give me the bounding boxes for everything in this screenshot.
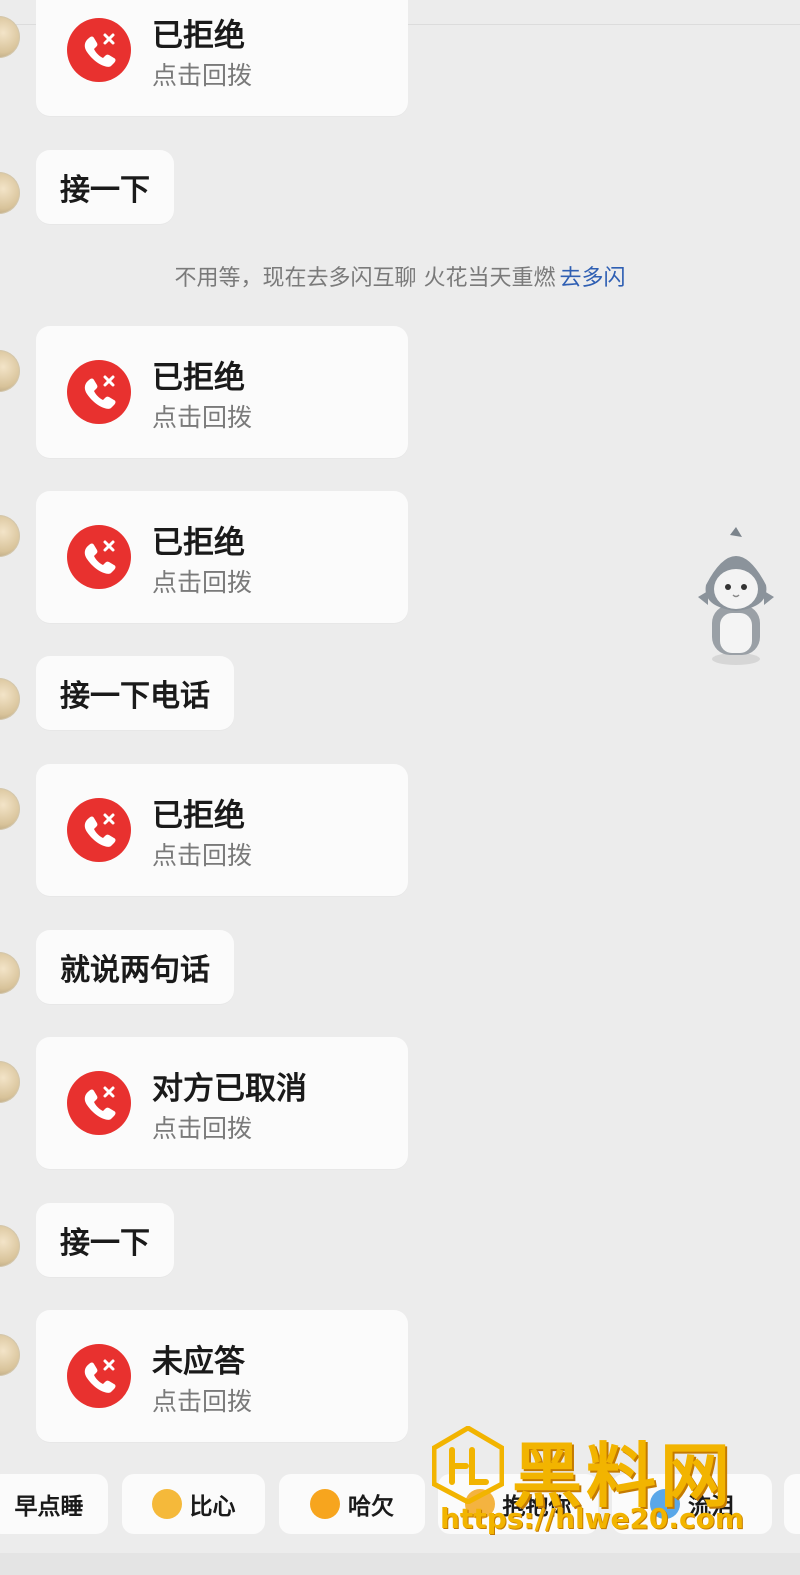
watermark: 黑料网 https://hlwe20.com (431, 1425, 772, 1546)
call-back-hint: 点击回拨 (152, 568, 253, 597)
call-status: 已拒绝 (152, 525, 245, 561)
call-status: 已拒绝 (152, 798, 245, 834)
sender-avatar[interactable] (0, 678, 20, 720)
watermark-logo-icon (431, 1425, 505, 1505)
sender-avatar[interactable] (0, 515, 20, 557)
call-status: 对方已取消 (152, 1071, 307, 1107)
call-back-hint: 点击回拨 (152, 1114, 253, 1143)
call-rejected-icon (67, 360, 131, 424)
sender-avatar[interactable] (0, 952, 20, 994)
heart-hands-emoji-icon (151, 1489, 182, 1519)
sender-avatar[interactable] (0, 1225, 20, 1267)
call-rejected-icon (67, 525, 131, 589)
call-record-bubble[interactable]: 已拒绝 点击回拨 (36, 326, 408, 458)
sender-avatar[interactable] (0, 172, 20, 214)
quick-reply-chip[interactable]: 早点睡 (0, 1474, 108, 1534)
notice-text: 不用等，现在去多闪互聊 火花当天重燃 (174, 266, 556, 291)
quick-reply-chip-more[interactable] (784, 1474, 800, 1534)
call-status: 已拒绝 (152, 18, 245, 54)
call-rejected-icon (67, 18, 131, 82)
text-message-bubble[interactable]: 接一下 (36, 150, 174, 224)
sender-avatar[interactable] (0, 350, 20, 392)
call-cancelled-icon (67, 1071, 131, 1135)
sender-avatar[interactable] (0, 1061, 20, 1103)
call-record-bubble[interactable]: 已拒绝 点击回拨 (36, 491, 408, 623)
call-back-hint: 点击回拨 (152, 61, 253, 90)
call-record-bubble[interactable]: 未应答 点击回拨 (36, 1310, 408, 1442)
sender-avatar[interactable] (0, 1334, 20, 1376)
text-message-bubble[interactable]: 就说两句话 (36, 930, 234, 1004)
call-status: 未应答 (152, 1344, 245, 1380)
yawn-emoji-icon (310, 1489, 340, 1519)
quick-reply-label: 哈欠 (348, 1494, 394, 1520)
call-back-hint: 点击回拨 (152, 403, 253, 432)
call-rejected-icon (67, 798, 131, 862)
sender-avatar[interactable] (0, 788, 20, 830)
call-back-hint: 点击回拨 (152, 841, 253, 870)
quick-reply-chip[interactable]: 哈欠 (279, 1474, 425, 1534)
call-back-hint: 点击回拨 (152, 1387, 253, 1416)
text-message-bubble[interactable]: 接一下电话 (36, 656, 234, 730)
input-area-edge (0, 1553, 800, 1575)
call-record-bubble[interactable]: 已拒绝 点击回拨 (36, 764, 408, 896)
quick-reply-label: 早点睡 (14, 1494, 84, 1520)
watermark-url: https://hlwe20.com (440, 1502, 745, 1535)
call-missed-icon (67, 1344, 131, 1408)
call-status: 已拒绝 (152, 360, 245, 396)
shark-cat-sticker[interactable] (686, 527, 786, 667)
system-notice: 不用等，现在去多闪互聊 火花当天重燃 去多闪 (0, 260, 800, 292)
go-duoshan-link[interactable]: 去多闪 (559, 266, 625, 291)
quick-reply-chip[interactable]: 比心 (122, 1474, 265, 1534)
call-record-bubble[interactable]: 对方已取消 点击回拨 (36, 1037, 408, 1169)
call-record-bubble[interactable]: 已拒绝 点击回拨 (36, 0, 408, 116)
quick-reply-label: 比心 (189, 1494, 236, 1520)
text-message-bubble[interactable]: 接一下 (36, 1203, 174, 1277)
